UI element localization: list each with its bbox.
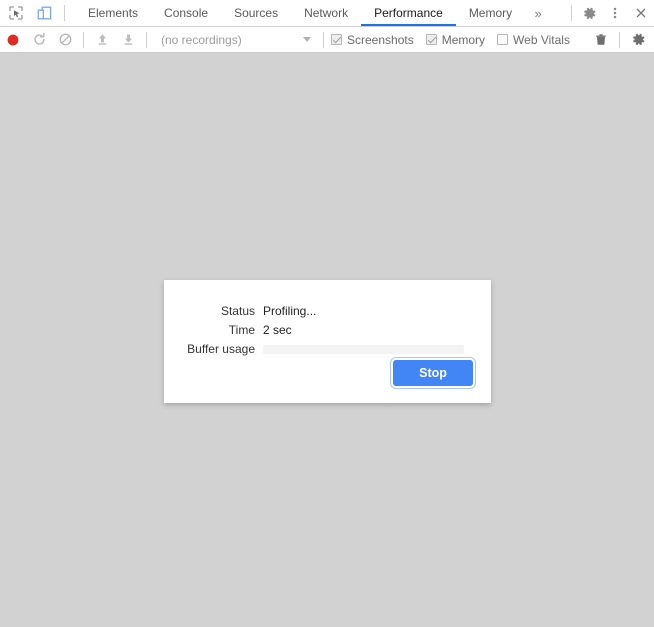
record-circle-icon <box>7 34 19 45</box>
tab-label: Console <box>164 6 209 20</box>
close-icon[interactable] <box>628 0 654 26</box>
buffer-usage-label: Buffer usage <box>187 342 255 356</box>
capture-settings-gear-icon[interactable] <box>625 28 651 52</box>
tab-console[interactable]: Console <box>151 0 221 26</box>
trash-glyph <box>596 33 606 45</box>
reload-and-record-icon <box>33 32 45 45</box>
time-value: 2 sec <box>263 323 292 337</box>
save-profile-button[interactable] <box>115 28 141 52</box>
checkbox-label: Memory <box>441 32 486 47</box>
close-glyph <box>636 8 646 18</box>
toolbar-divider-3 <box>323 31 324 48</box>
record-button[interactable] <box>0 28 26 52</box>
upload-arrow-icon <box>98 34 106 45</box>
status-rows: Status Profiling... Time 2 sec Buffer us… <box>164 302 491 359</box>
gear-glyph <box>632 33 644 46</box>
inspect-cursor-glyph <box>9 6 23 20</box>
stop-button[interactable]: Stop <box>393 360 473 386</box>
toolbar-right-actions <box>588 28 654 52</box>
device-toolbar-icon[interactable] <box>30 0 58 26</box>
inspect-cursor-icon[interactable] <box>2 0 30 26</box>
checkbox-label: Screenshots <box>347 32 414 47</box>
tabbar-divider <box>64 5 65 21</box>
kebab-menu-icon[interactable] <box>602 0 628 26</box>
checkbox-box <box>331 34 342 45</box>
chevron-down-icon <box>303 37 311 42</box>
tabbar-actions-divider <box>571 5 572 21</box>
kebab-menu-glyph <box>613 7 617 19</box>
tab-performance[interactable]: Performance <box>361 0 456 26</box>
dialog-actions: Stop <box>393 360 473 386</box>
tab-memory[interactable]: Memory <box>456 0 525 26</box>
checkbox-memory[interactable]: Memory <box>425 32 486 47</box>
recordings-dropdown[interactable]: (no recordings) <box>158 30 318 50</box>
clear-button[interactable] <box>52 28 78 52</box>
recording-status-dialog: Status Profiling... Time 2 sec Buffer us… <box>164 280 491 403</box>
checkbox-screenshots[interactable]: Screenshots <box>331 33 414 47</box>
devtools-window: Elements Console Sources Network Perform… <box>0 0 654 627</box>
time-row: Time 2 sec <box>164 321 491 339</box>
status-value: Profiling... <box>263 304 317 318</box>
checkbox-box <box>425 34 437 45</box>
trash-icon[interactable] <box>588 28 614 52</box>
toolbar-divider-2 <box>146 31 147 48</box>
performance-toolbar: (no recordings) Screenshots Memory Web V… <box>0 27 654 53</box>
more-tabs-button[interactable]: » <box>525 0 551 26</box>
tab-label: Memory <box>468 6 513 20</box>
tab-label: Elements <box>88 6 139 20</box>
devtools-tab-bar: Elements Console Sources Network Perform… <box>0 0 654 27</box>
tab-network[interactable]: Network <box>291 0 361 26</box>
buffer-usage-row: Buffer usage <box>164 340 491 358</box>
load-profile-button[interactable] <box>89 28 115 52</box>
tab-list: Elements Console Sources Network Perform… <box>75 0 551 26</box>
checkbox-box <box>497 34 509 45</box>
gear-icon[interactable] <box>576 0 602 26</box>
reload-and-record-button[interactable] <box>26 28 52 52</box>
status-label: Status <box>220 304 255 318</box>
gear-glyph <box>583 7 595 19</box>
time-label: Time <box>228 323 255 337</box>
tab-label: Performance <box>374 6 443 20</box>
capture-settings-group: Screenshots Memory Web Vitals <box>331 33 582 47</box>
checkbox-label: Web Vitals <box>513 32 570 47</box>
tab-label: Network <box>304 6 349 20</box>
device-toolbar-glyph <box>37 6 51 19</box>
clear-no-entry-icon <box>59 33 71 46</box>
toolbar-divider-4 <box>619 31 620 48</box>
buffer-usage-progress <box>263 344 464 354</box>
download-arrow-icon <box>124 34 132 45</box>
tabbar-actions <box>569 0 654 26</box>
tab-elements[interactable]: Elements <box>75 0 151 26</box>
checkbox-web-vitals[interactable]: Web Vitals <box>497 33 570 47</box>
recordings-placeholder: (no recordings) <box>161 32 242 47</box>
tab-sources[interactable]: Sources <box>221 0 291 26</box>
status-row: Status Profiling... <box>164 302 491 320</box>
tab-label: Sources <box>234 6 279 20</box>
toolbar-divider-1 <box>83 31 84 48</box>
